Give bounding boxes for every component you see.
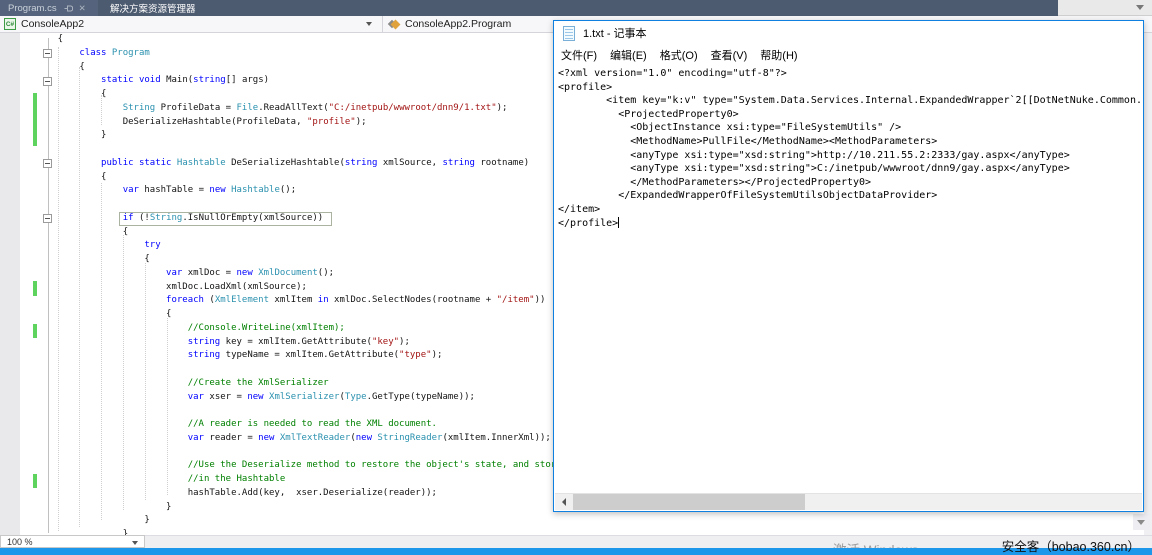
project-dropdown[interactable]: C# ConsoleApp2 bbox=[0, 16, 383, 32]
tab-program-cs[interactable]: Program.cs ✕ bbox=[0, 0, 98, 16]
code-line: //in the Hashtable bbox=[36, 473, 578, 487]
code-line: var hashTable = new Hashtable(); bbox=[36, 184, 578, 198]
code-line: { bbox=[36, 88, 578, 102]
notepad-line: </ExpandedWrapperOfFileSystemUtilsObject… bbox=[558, 189, 1142, 203]
notepad-line: <anyType xsi:type="xsd:string">http://10… bbox=[558, 149, 1142, 163]
code-line bbox=[36, 363, 578, 377]
code-line: { bbox=[36, 226, 578, 240]
code-line: static void Main(string[] args) bbox=[36, 74, 578, 88]
change-tracking-bar bbox=[33, 324, 37, 338]
notepad-line: <item key="k:v" type="System.Data.Servic… bbox=[558, 94, 1142, 108]
code-line: //Console.WriteLine(xmlItem); bbox=[36, 322, 578, 336]
editor-zoom-dropdown[interactable]: 100 % bbox=[0, 535, 145, 548]
scrollbar-thumb[interactable] bbox=[573, 494, 805, 510]
code-line bbox=[36, 446, 578, 460]
change-tracking-bar bbox=[33, 474, 37, 488]
close-icon[interactable]: ✕ bbox=[79, 4, 86, 12]
notepad-line: </MethodParameters></ProjectedProperty0> bbox=[558, 176, 1142, 190]
tab-solution-explorer[interactable]: 解决方案资源管理器 bbox=[104, 0, 254, 16]
fold-toggle-icon[interactable] bbox=[43, 77, 52, 86]
code-line: public static Hashtable DeSerializeHasht… bbox=[36, 157, 578, 171]
menu-item[interactable]: 编辑(E) bbox=[610, 47, 647, 63]
notepad-line: <?xml version="1.0" encoding="utf-8"?> bbox=[558, 67, 1142, 81]
tab-solution-explorer-label: 解决方案资源管理器 bbox=[110, 1, 196, 15]
screen: Program.cs ✕ 解决方案资源管理器 C# ConsoleApp2 Co… bbox=[0, 0, 1152, 555]
scrollbar-down-arrow-icon[interactable] bbox=[1133, 514, 1150, 530]
class-icon bbox=[388, 18, 400, 30]
code-line bbox=[36, 404, 578, 418]
notepad-horizontal-scrollbar[interactable] bbox=[555, 493, 1142, 510]
notepad-line: </profile> bbox=[558, 217, 1142, 231]
chevron-down-icon[interactable] bbox=[132, 541, 138, 545]
notepad-line: </item> bbox=[558, 203, 1142, 217]
chevron-down-icon[interactable] bbox=[366, 22, 372, 26]
code-text[interactable]: { class Program { static void Main(strin… bbox=[36, 33, 578, 535]
editor-zoom-value: 100 % bbox=[7, 537, 33, 547]
code-line: //Create the XmlSerializer bbox=[36, 377, 578, 391]
tab-overflow-zone bbox=[1058, 0, 1152, 16]
notepad-window[interactable]: 1.txt - 记事本 文件(F) 编辑(E) 格式(O) 查看(V) 帮助(H) <?… bbox=[553, 20, 1144, 512]
breakpoint-margin[interactable] bbox=[0, 33, 20, 535]
code-line: class Program bbox=[36, 47, 578, 61]
code-line: { bbox=[36, 61, 578, 75]
csharp-project-icon: C# bbox=[4, 18, 16, 30]
code-line: DeSerializeHashtable(ProfileData, "profi… bbox=[36, 116, 578, 130]
code-line: } bbox=[36, 528, 578, 535]
code-line: { bbox=[36, 308, 578, 322]
code-line: { bbox=[36, 253, 578, 267]
notepad-file-icon bbox=[563, 26, 575, 41]
code-line: foreach (XmlElement xmlItem in xmlDoc.Se… bbox=[36, 294, 578, 308]
code-line: } bbox=[36, 129, 578, 143]
code-line bbox=[36, 198, 578, 212]
code-line: xmlDoc.LoadXml(xmlSource); bbox=[36, 281, 578, 295]
fold-toggle-icon[interactable] bbox=[43, 49, 52, 58]
text-caret bbox=[618, 217, 619, 228]
security-site-watermark: 安全客（bobao.360.cn） bbox=[1002, 536, 1140, 555]
code-line: try bbox=[36, 239, 578, 253]
notepad-line: <profile> bbox=[558, 81, 1142, 95]
document-tab-strip: Program.cs ✕ 解决方案资源管理器 bbox=[0, 0, 1152, 16]
tab-list-dropdown-icon[interactable] bbox=[1136, 5, 1144, 10]
code-line: string typeName = xmlItem.GetAttribute("… bbox=[36, 349, 578, 363]
scrollbar-left-arrow-icon[interactable] bbox=[555, 494, 572, 510]
notepad-line: <anyType xsi:type="xsd:string">C:/inetpu… bbox=[558, 162, 1142, 176]
notepad-text-area[interactable]: <?xml version="1.0" encoding="utf-8"?><p… bbox=[555, 65, 1142, 493]
code-line: String ProfileData = File.ReadAllText("C… bbox=[36, 102, 578, 116]
notepad-menu-bar: 文件(F) 编辑(E) 格式(O) 查看(V) 帮助(H) bbox=[554, 45, 1143, 65]
code-line: } bbox=[36, 501, 578, 515]
editor-horizontal-scrollbar-row[interactable] bbox=[0, 535, 1152, 548]
code-line: var xmlDoc = new XmlDocument(); bbox=[36, 267, 578, 281]
tab-program-cs-label: Program.cs bbox=[8, 3, 57, 14]
menu-item[interactable]: 帮助(H) bbox=[760, 47, 797, 63]
code-line: var reader = new XmlTextReader(new Strin… bbox=[36, 432, 578, 446]
pin-icon[interactable] bbox=[64, 4, 73, 13]
notepad-line: <ProjectedProperty0> bbox=[558, 108, 1142, 122]
menu-item[interactable]: 文件(F) bbox=[561, 47, 597, 63]
code-line: //Use the Deserialize method to restore … bbox=[36, 459, 578, 473]
fold-toggle-icon[interactable] bbox=[43, 214, 52, 223]
code-line: var xser = new XmlSerializer(Type.GetTyp… bbox=[36, 391, 578, 405]
menu-item[interactable]: 查看(V) bbox=[711, 47, 748, 63]
code-line: //A reader is needed to read the XML doc… bbox=[36, 418, 578, 432]
code-line bbox=[36, 143, 578, 157]
code-line: hashTable.Add(key, xser.Deserialize(read… bbox=[36, 487, 578, 501]
code-line: string key = xmlItem.GetAttribute("key")… bbox=[36, 336, 578, 350]
project-dropdown-value: ConsoleApp2 bbox=[21, 18, 84, 30]
fold-toggle-icon[interactable] bbox=[43, 159, 52, 168]
editor-vertical-scrollbar[interactable] bbox=[1144, 33, 1152, 535]
menu-item[interactable]: 格式(O) bbox=[660, 47, 698, 63]
notepad-window-title: 1.txt - 记事本 bbox=[583, 25, 647, 41]
notepad-line: <ObjectInstance xsi:type="FileSystemUtil… bbox=[558, 121, 1142, 135]
code-line: { bbox=[36, 171, 578, 185]
code-line: { bbox=[36, 33, 578, 47]
code-line: if (!String.IsNullOrEmpty(xmlSource)) bbox=[36, 212, 578, 226]
status-bar bbox=[0, 548, 1152, 555]
code-line: } bbox=[36, 514, 578, 528]
change-tracking-bar bbox=[33, 93, 37, 146]
member-dropdown-value: ConsoleApp2.Program bbox=[405, 18, 511, 30]
notepad-title-bar[interactable]: 1.txt - 记事本 bbox=[554, 21, 1143, 45]
change-tracking-bar bbox=[33, 281, 37, 296]
notepad-line: <MethodName>PullFile</MethodName><Method… bbox=[558, 135, 1142, 149]
